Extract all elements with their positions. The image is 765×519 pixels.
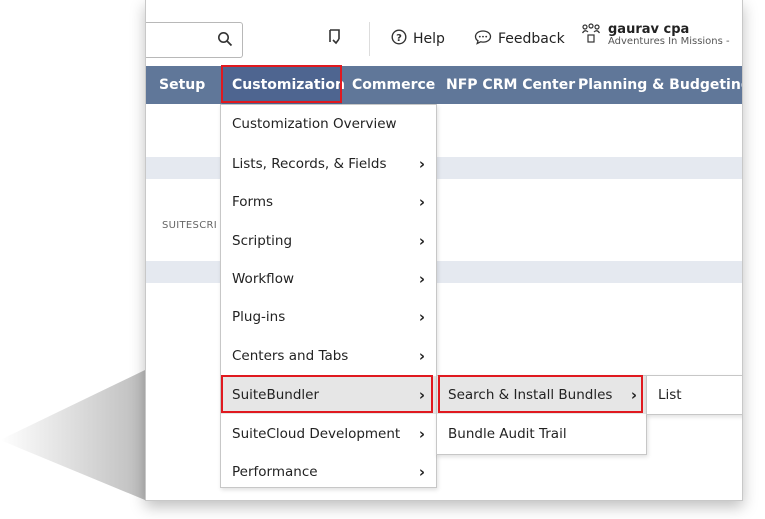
user-company: Adventures In Missions - — [608, 36, 730, 47]
menu-item-label: SuiteBundler — [232, 387, 320, 403]
menu-item-bundle-audit-trail[interactable]: Bundle Audit Trail — [437, 415, 646, 453]
chevron-right-icon: › — [418, 232, 425, 250]
recent-records-icon[interactable] — [326, 27, 344, 51]
chevron-right-icon: › — [418, 193, 425, 211]
menu-item-centers-and-tabs[interactable]: Centers and Tabs › — [221, 337, 436, 375]
menu-item-suitebundler[interactable]: SuiteBundler › — [221, 376, 436, 414]
search-install-submenu: List — [646, 375, 742, 415]
menu-item-label: Workflow — [232, 271, 294, 287]
menu-item-label: Plug-ins — [232, 309, 286, 325]
menu-item-label: List — [658, 387, 682, 403]
feedback-label: Feedback — [498, 31, 565, 47]
menu-item-label: Scripting — [232, 233, 293, 249]
menu-item-label: Performance — [232, 464, 318, 480]
menu-item-label: Lists, Records, & Fields — [232, 156, 387, 172]
menu-item-scripting[interactable]: Scripting › — [221, 222, 436, 260]
menu-item-search-install-bundles[interactable]: Search & Install Bundles › — [437, 376, 646, 414]
menu-item-suitecloud-development[interactable]: SuiteCloud Development › — [221, 415, 436, 453]
feedback-button[interactable]: Feedback — [474, 29, 565, 49]
chevron-right-icon: › — [418, 463, 425, 481]
menu-item-label: SuiteCloud Development — [232, 426, 401, 442]
section-label: SUITESCRI — [162, 220, 217, 231]
search-icon[interactable] — [217, 31, 233, 51]
nav-item-customization[interactable]: Customization — [222, 66, 345, 104]
header-bar: ? Help Feedback gaurav cpa Adventures In… — [146, 0, 742, 66]
menu-item-performance[interactable]: Performance › — [221, 453, 436, 491]
chevron-right-icon: › — [418, 425, 425, 443]
chevron-right-icon: › — [418, 308, 425, 326]
main-nav: Setup Customization Commerce NFP CRM Cen… — [146, 66, 742, 104]
chevron-right-icon: › — [418, 270, 425, 288]
chevron-right-icon: › — [630, 386, 637, 404]
help-button[interactable]: ? Help — [391, 29, 445, 49]
menu-item-label: Centers and Tabs — [232, 348, 349, 364]
svg-text:?: ? — [396, 33, 402, 44]
user-role-switcher[interactable]: gaurav cpa Adventures In Missions - — [581, 23, 730, 49]
nav-item-commerce[interactable]: Commerce — [352, 66, 435, 104]
feedback-icon — [474, 29, 492, 49]
menu-item-label: Forms — [232, 194, 274, 210]
role-switch-icon — [581, 23, 601, 49]
menu-item-plug-ins[interactable]: Plug-ins › — [221, 298, 436, 336]
customization-menu: Customization Overview Lists, Records, &… — [220, 104, 437, 488]
menu-item-forms[interactable]: Forms › — [221, 183, 436, 221]
suitebundler-submenu: Search & Install Bundles › Bundle Audit T… — [436, 375, 647, 455]
nav-item-planning-budgeting[interactable]: Planning & Budgeting — [578, 66, 742, 104]
menu-item-label: Customization Overview — [232, 116, 397, 132]
user-name: gaurav cpa — [608, 22, 690, 37]
nav-item-nfp-crm-center[interactable]: NFP CRM Center — [446, 66, 575, 104]
header-separator — [369, 22, 370, 56]
global-search-input[interactable] — [146, 22, 243, 58]
menu-item-lists-records-fields[interactable]: Lists, Records, & Fields › — [221, 145, 436, 183]
app-window: ? Help Feedback gaurav cpa Adventures In… — [145, 0, 743, 501]
menu-item-customization-overview[interactable]: Customization Overview — [221, 105, 436, 143]
help-label: Help — [413, 31, 445, 47]
nav-item-setup[interactable]: Setup — [159, 66, 205, 104]
menu-item-label: Search & Install Bundles — [448, 387, 613, 403]
chevron-right-icon: › — [418, 386, 425, 404]
chevron-right-icon: › — [418, 155, 425, 173]
menu-item-workflow[interactable]: Workflow › — [221, 260, 436, 298]
chevron-right-icon: › — [418, 347, 425, 365]
menu-item-list[interactable]: List — [647, 376, 742, 414]
help-icon: ? — [391, 29, 407, 49]
menu-item-label: Bundle Audit Trail — [448, 426, 567, 442]
